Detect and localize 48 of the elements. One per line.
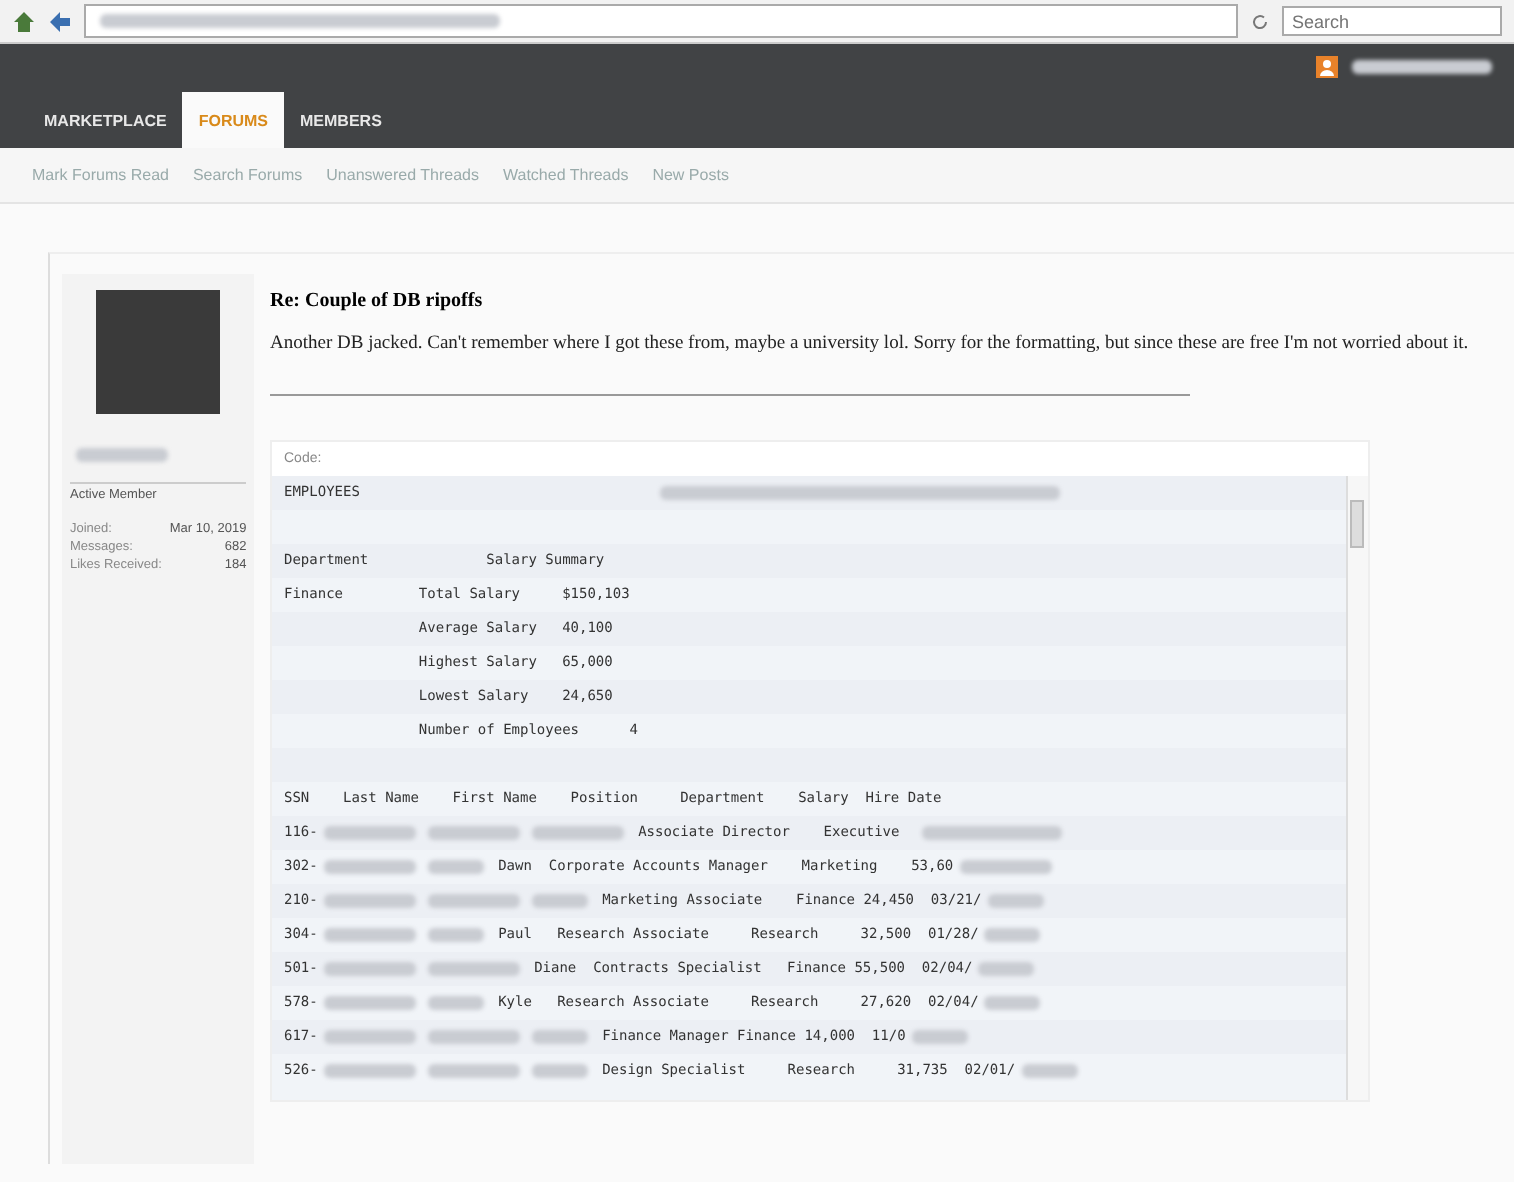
redacted-text (427, 1029, 520, 1044)
redacted-text (987, 893, 1044, 908)
redacted-text (323, 927, 416, 942)
home-icon[interactable] (12, 9, 36, 33)
redacted-text (323, 859, 416, 874)
redacted-text (922, 825, 1063, 840)
scrollbar[interactable] (1346, 475, 1368, 1100)
redacted-text (978, 961, 1035, 976)
redacted-text (427, 1063, 520, 1078)
photo-placeholder (96, 290, 220, 414)
back-arrow-icon[interactable] (48, 9, 72, 33)
post-body: Another DB jacked. Can't remember where I got these from, maybe a university lol. Sorry for the formatting, but since these are free I'm not worried about it. (270, 332, 1471, 358)
redacted-text (427, 825, 520, 840)
redacted-text (531, 1063, 588, 1078)
redacted-text (959, 859, 1052, 874)
redacted-text (323, 961, 416, 976)
nav-tab[interactable]: FORUMS (182, 92, 285, 148)
redacted-text (323, 1063, 416, 1078)
blurred-username (1352, 60, 1492, 74)
redacted-text (323, 893, 416, 908)
refresh-icon[interactable] (1250, 11, 1270, 31)
redacted-text (531, 893, 588, 908)
subnav-link[interactable]: Mark Forums Read (32, 166, 169, 184)
redacted-text (427, 995, 484, 1010)
redacted-text (531, 1029, 588, 1044)
redacted-text (984, 927, 1041, 942)
subnav-link[interactable]: Unanswered Threads (326, 166, 479, 184)
subnav-link[interactable]: Search Forums (192, 166, 303, 184)
redacted-text (531, 825, 624, 840)
redacted-text (427, 859, 484, 874)
redacted-text (323, 1029, 416, 1044)
redacted-text (323, 995, 416, 1010)
nav-tab[interactable]: MEMBERS (284, 92, 398, 148)
redacted-text (1021, 1063, 1078, 1078)
redacted-text (427, 893, 520, 908)
post-title: Re: Couple of DB ripoffs (270, 290, 485, 312)
blurred-username (76, 448, 168, 463)
subnav-link[interactable]: Watched Threads (503, 166, 629, 184)
redacted-text (911, 1029, 968, 1044)
redacted-text (323, 825, 416, 840)
user-icon[interactable] (1316, 56, 1338, 78)
subnav-link[interactable]: New Posts (652, 166, 729, 184)
address-bar[interactable] (84, 4, 1238, 38)
nav-tab[interactable]: MARKETPLACE (28, 92, 183, 148)
search-field[interactable]: Search (1282, 6, 1502, 36)
redacted-text (984, 995, 1041, 1010)
redacted-text (427, 927, 484, 942)
redacted-text (427, 961, 520, 976)
